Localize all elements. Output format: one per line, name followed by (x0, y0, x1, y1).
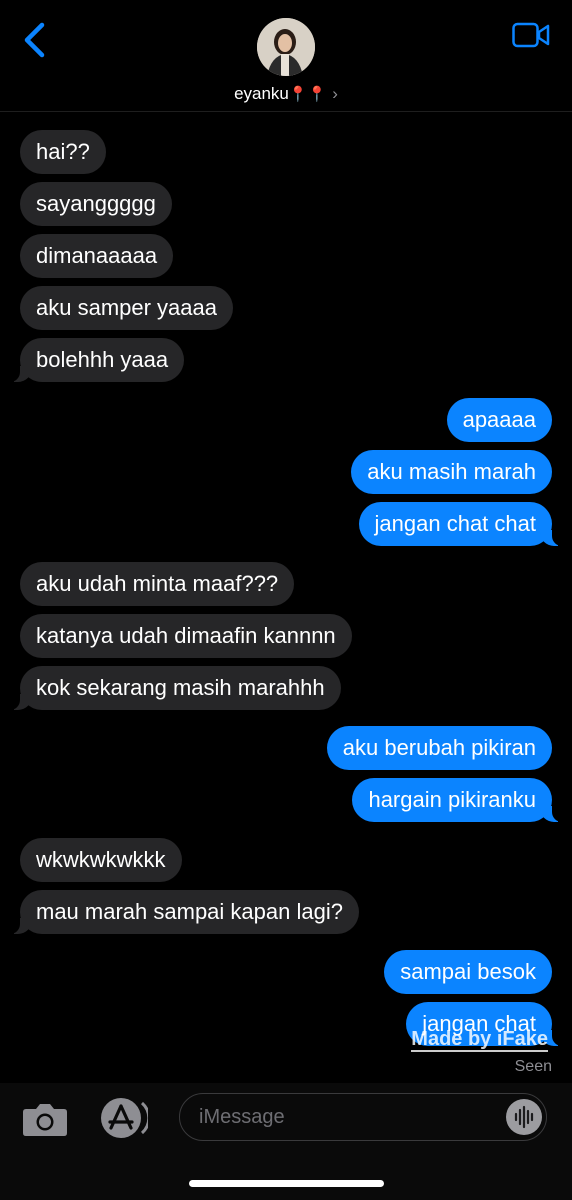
message-incoming: kok sekarang masih marahhh (4, 666, 341, 710)
message-text: hargain pikiranku (368, 787, 536, 812)
message-text: sayanggggg (36, 191, 156, 216)
message-text: hai?? (36, 139, 90, 164)
message-text: bolehhh yaaa (36, 347, 169, 372)
message-outgoing: sampai besok (384, 950, 552, 994)
message-text: mau marah sampai kapan lagi? (36, 899, 343, 924)
message-text: jangan chat (422, 1011, 536, 1036)
message-text: jangan chat chat (374, 511, 536, 536)
message-outgoing: aku berubah pikiran (326, 726, 552, 770)
home-indicator[interactable] (189, 1180, 384, 1187)
message-list[interactable]: hai?? sayanggggg dimanaaaaa aku samper y… (0, 0, 572, 1083)
app-store-icon[interactable] (98, 1097, 148, 1139)
message-text: aku berubah pikiran (342, 735, 536, 760)
message-text: aku udah minta maaf??? (36, 571, 279, 596)
message-incoming: bolehhh yaaa (3, 338, 185, 382)
read-receipt: Seen (514, 1058, 552, 1075)
message-incoming: dimanaaaaa (20, 234, 174, 278)
message-incoming: katanya udah dimaafin kannnn (20, 614, 352, 658)
message-incoming: mau marah sampai kapan lagi? (4, 890, 359, 934)
message-outgoing: apaaaa (446, 398, 552, 442)
message-outgoing: aku masih marah (351, 450, 552, 494)
message-incoming: wkwkwkwkkk (20, 838, 182, 882)
message-text: sampai besok (400, 959, 536, 984)
message-text: apaaaa (462, 407, 536, 432)
message-incoming: aku samper yaaaa (20, 286, 233, 330)
message-text: katanya udah dimaafin kannnn (36, 623, 336, 648)
message-text: kok sekarang masih marahhh (36, 675, 325, 700)
audio-waveform-icon[interactable] (506, 1099, 542, 1135)
message-input[interactable]: iMessage (179, 1093, 547, 1141)
message-text: wkwkwkwkkk (36, 847, 166, 872)
message-input-placeholder: iMessage (199, 1106, 285, 1128)
message-incoming: sayanggggg (20, 182, 172, 226)
message-text: dimanaaaaa (36, 243, 158, 268)
message-text: aku masih marah (367, 459, 536, 484)
message-incoming: hai?? (20, 130, 106, 174)
message-incoming: aku udah minta maaf??? (20, 562, 295, 606)
camera-icon[interactable] (22, 1101, 68, 1137)
message-outgoing: jangan chat chat (358, 502, 569, 546)
message-text: aku samper yaaaa (36, 295, 217, 320)
message-outgoing: hargain pikiranku (352, 778, 568, 822)
